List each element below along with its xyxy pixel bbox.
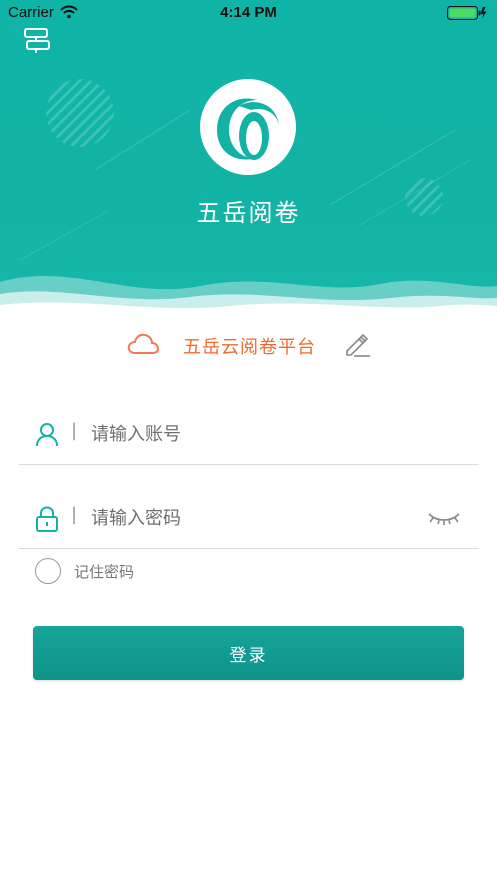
header-banner: Carrier 4:14 PM 五岳阅卷 <box>0 0 497 320</box>
battery-icon <box>447 6 487 20</box>
field-separator: | <box>71 504 78 525</box>
user-icon <box>36 423 58 447</box>
account-field: | <box>19 404 479 465</box>
cloud-icon <box>127 333 160 354</box>
signpost-icon[interactable] <box>22 26 52 54</box>
eye-closed-icon[interactable] <box>427 510 461 526</box>
account-input[interactable] <box>89 416 413 452</box>
login-screen: Carrier 4:14 PM 五岳阅卷 五岳云阅卷平台 | 请输入账号 | 记… <box>0 0 497 883</box>
platform-name: 五岳云阅卷平台 <box>183 337 316 358</box>
password-input[interactable] <box>89 500 413 536</box>
status-time: 4:14 PM <box>220 4 277 21</box>
password-field: | <box>19 488 479 549</box>
pencil-icon[interactable] <box>342 329 372 359</box>
lock-icon <box>36 506 58 532</box>
platform-row: 五岳云阅卷平台 <box>0 325 497 365</box>
login-button[interactable]: 登录 <box>33 626 464 680</box>
app-title: 五岳阅卷 <box>196 199 301 227</box>
remember-label: 记住密码 <box>74 563 135 581</box>
app-logo <box>200 79 296 175</box>
remember-radio[interactable] <box>35 558 61 584</box>
status-bar: Carrier 4:14 PM <box>0 0 497 26</box>
field-separator: | <box>71 420 78 441</box>
